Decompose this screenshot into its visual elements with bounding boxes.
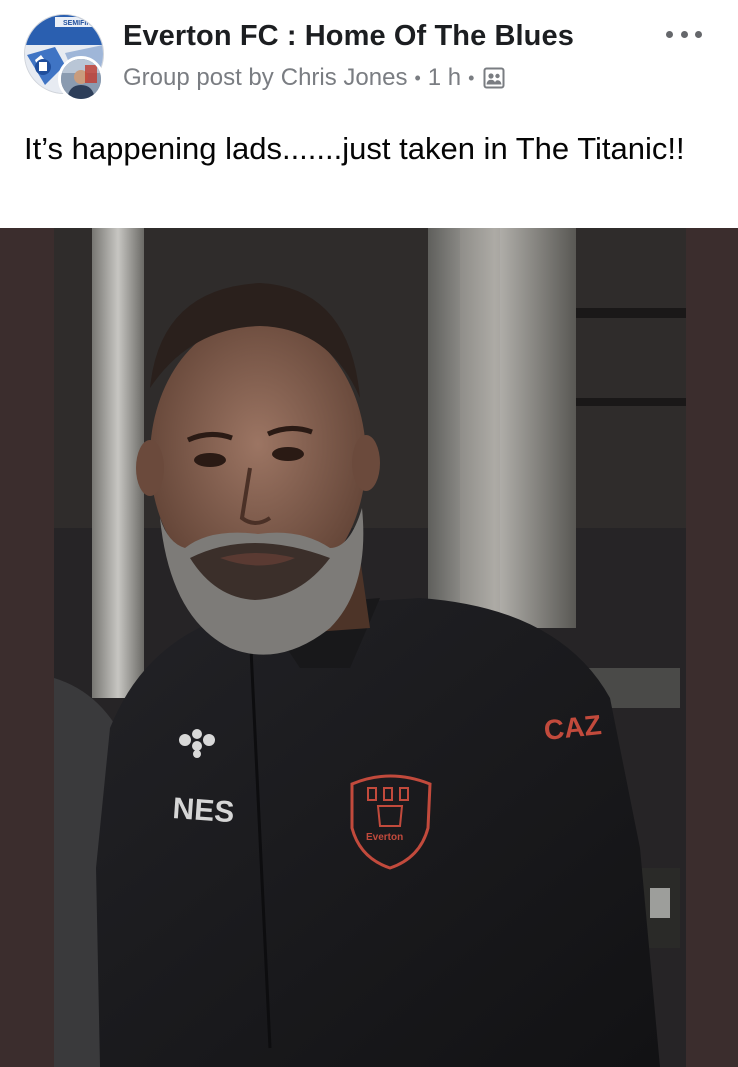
meta-separator: • <box>414 67 421 88</box>
sponsor-text: CAZ <box>542 709 602 746</box>
post-time-link[interactable]: 1 h <box>428 64 461 92</box>
post-meta: Group post by Chris Jones • 1 h • <box>123 64 505 92</box>
crest-text: Everton <box>366 832 403 843</box>
user-avatar[interactable] <box>58 56 104 102</box>
post-header: SEMIFIN Everton FC : Home Of The Blues G… <box>0 0 738 110</box>
post-photo[interactable]: NES Everton CAZ <box>0 228 738 1067</box>
group-name-link[interactable]: Everton FC : Home Of The Blues <box>123 20 574 53</box>
avatar-group[interactable]: SEMIFIN <box>24 14 108 102</box>
photo-image: NES Everton CAZ <box>0 228 738 1067</box>
user-avatar-image <box>61 59 101 99</box>
post-text: It’s happening lads.......just taken in … <box>24 131 685 166</box>
group-avatar-banner-text: SEMIFIN <box>63 20 91 27</box>
more-options-icon[interactable] <box>664 22 704 46</box>
meta-prefix: Group post by <box>123 64 274 91</box>
group-members-icon[interactable] <box>483 67 505 89</box>
meta-separator: • <box>468 67 475 88</box>
shirt-initials: NES <box>172 792 236 829</box>
author-link[interactable]: Chris Jones <box>281 64 408 92</box>
